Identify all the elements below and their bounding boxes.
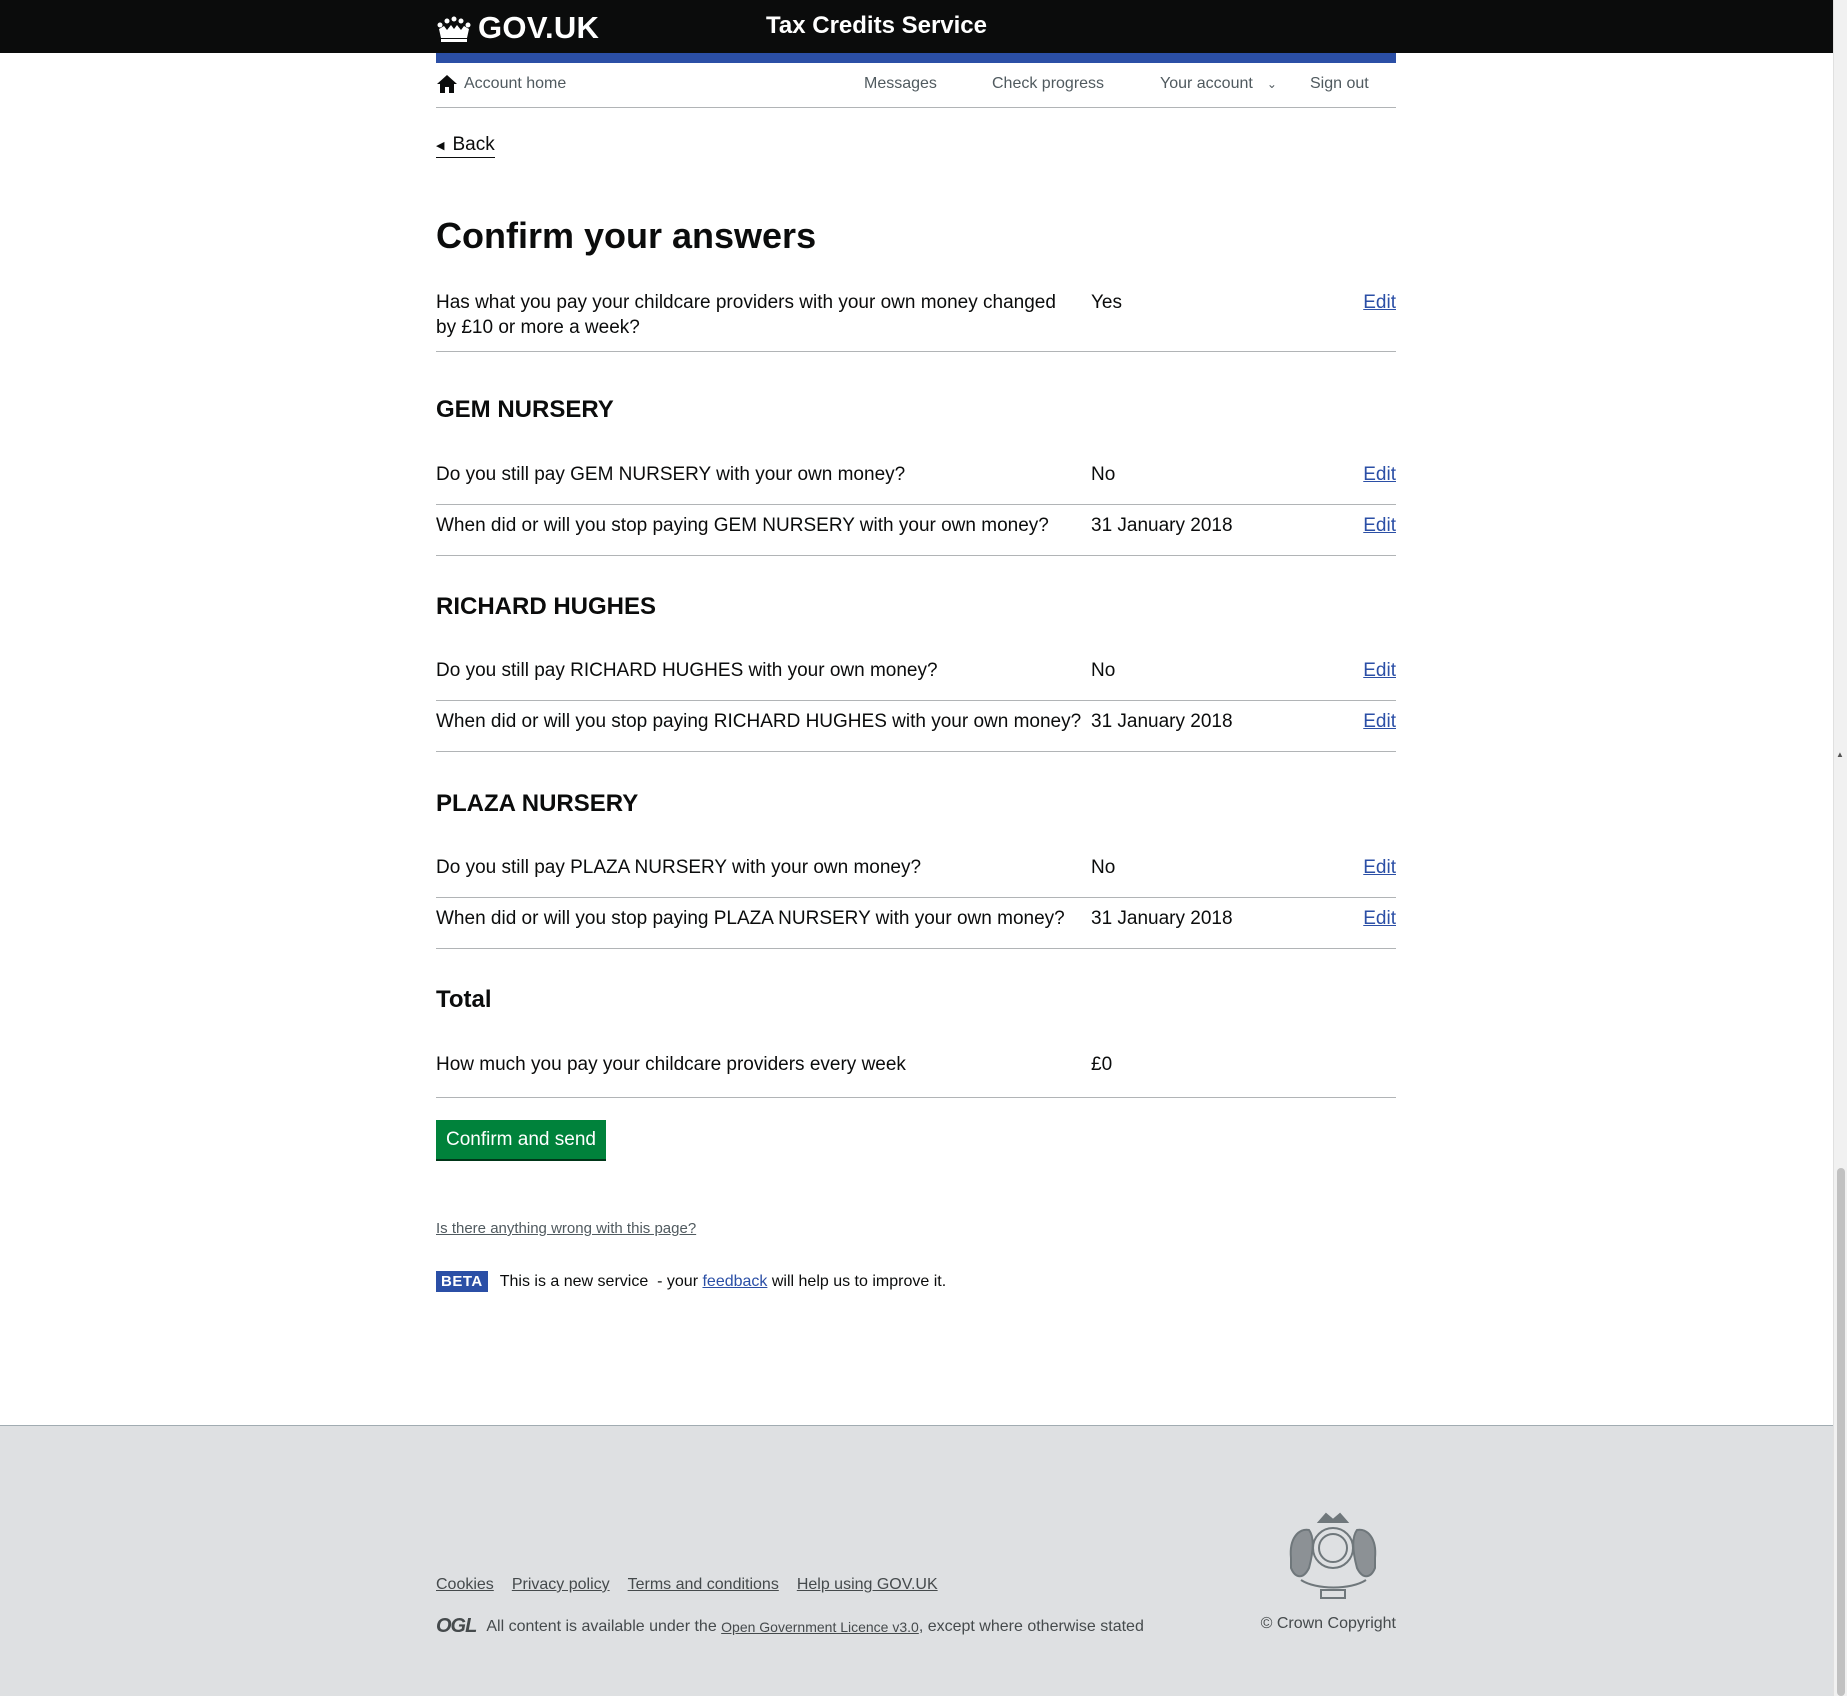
beta-text-before: This is a new service - your [499, 1272, 703, 1290]
footer-link-terms[interactable]: Terms and conditions [628, 1576, 779, 1594]
home-icon [437, 75, 457, 93]
back-link[interactable]: ◀ Back [436, 134, 495, 158]
open-government-licence-link[interactable]: Open Government Licence v3.0 [721, 1619, 919, 1635]
page: GOV.UK Tax Credits Service Account home … [0, 0, 1833, 1696]
licence-text-after: , except where otherwise stated [918, 1617, 1144, 1635]
nav-account-home[interactable]: Account home [436, 73, 566, 95]
answer-row-richard-stop-date: When did or will you stop paying RICHARD… [436, 709, 1396, 752]
crown-icon [437, 16, 471, 42]
nav-sign-out[interactable]: Sign out [1310, 75, 1369, 93]
row-answer: No [1091, 660, 1116, 681]
licence-text-before: All content is available under the [486, 1617, 722, 1635]
answer-row-plaza-stop-date: When did or will you stop paying PLAZA N… [436, 906, 1396, 949]
page-title: Confirm your answers [436, 215, 817, 256]
footer-link-help[interactable]: Help using GOV.UK [797, 1576, 938, 1594]
header-inner: GOV.UK Tax Credits Service [436, 0, 1396, 53]
site-footer: Cookies Privacy policy Terms and conditi… [0, 1425, 1833, 1696]
scroll-up-arrow-icon[interactable]: ▲ [1836, 750, 1844, 759]
feedback-link[interactable]: feedback [702, 1273, 767, 1291]
site-header: GOV.UK Tax Credits Service [0, 0, 1833, 53]
answer-row-gem-still-pay: Do you still pay GEM NURSERY with your o… [436, 462, 1396, 505]
back-label: Back [452, 134, 495, 155]
row-answer: 31 January 2018 [1091, 711, 1233, 732]
footer-link-privacy[interactable]: Privacy policy [512, 1576, 610, 1594]
report-problem-link[interactable]: Is there anything wrong with this page? [436, 1220, 696, 1237]
nav-home-label: Account home [464, 75, 567, 92]
footer-inner: Cookies Privacy policy Terms and conditi… [436, 1426, 1396, 1696]
royal-coat-of-arms-icon[interactable] [1271, 1498, 1396, 1603]
crown-copyright[interactable]: © Crown Copyright [1261, 1615, 1396, 1633]
row-question: Do you still pay RICHARD HUGHES with you… [436, 660, 938, 681]
answer-row-total: How much you pay your childcare provider… [436, 1052, 1396, 1098]
answer-row-plaza-still-pay: Do you still pay PLAZA NURSERY with your… [436, 855, 1396, 898]
chevron-down-icon: ⌄ [1266, 77, 1277, 91]
scrollbar-thumb[interactable] [1837, 1168, 1845, 1696]
licence-statement: OGL All content is available under the O… [436, 1615, 1144, 1638]
edit-link[interactable]: Edit [1363, 709, 1396, 734]
row-question: When did or will you stop paying PLAZA N… [436, 908, 1065, 929]
back-triangle-icon: ◀ [436, 139, 445, 152]
row-question: Do you still pay GEM NURSERY with your o… [436, 464, 906, 485]
answer-row-gem-stop-date: When did or will you stop paying GEM NUR… [436, 513, 1396, 556]
edit-link[interactable]: Edit [1363, 513, 1396, 538]
answer-row-richard-still-pay: Do you still pay RICHARD HUGHES with you… [436, 658, 1396, 701]
row-question: When did or will you stop paying RICHARD… [436, 711, 1082, 732]
account-nav: Account home Messages Check progress You… [436, 63, 1396, 108]
row-answer: 31 January 2018 [1091, 515, 1233, 536]
service-name[interactable]: Tax Credits Service [766, 12, 987, 40]
ogl-logo-icon: OGL [436, 1615, 477, 1637]
answer-row-changed: Has what you pay your childcare provider… [436, 290, 1396, 352]
row-question: Do you still pay PLAZA NURSERY with your… [436, 857, 922, 878]
edit-link[interactable]: Edit [1363, 658, 1396, 683]
section-heading-richard-hughes: RICHARD HUGHES [436, 593, 657, 620]
edit-link[interactable]: Edit [1363, 855, 1396, 880]
beta-banner: BETA This is a new service - your feedba… [436, 1271, 946, 1292]
row-answer: Yes [1091, 292, 1122, 313]
vertical-scrollbar[interactable]: ▲ [1833, 0, 1847, 1696]
row-answer: No [1091, 464, 1116, 485]
section-heading-total: Total [436, 986, 492, 1013]
edit-link[interactable]: Edit [1363, 906, 1396, 931]
nav-your-account-label: Your account [1160, 75, 1253, 92]
row-answer: £0 [1091, 1054, 1113, 1075]
edit-link[interactable]: Edit [1363, 290, 1396, 315]
row-question: When did or will you stop paying GEM NUR… [436, 515, 1049, 536]
section-heading-plaza-nursery: PLAZA NURSERY [436, 790, 639, 817]
logo-text: GOV.UK [478, 10, 600, 45]
nav-check-progress[interactable]: Check progress [992, 75, 1104, 93]
row-question: Has what you pay your childcare provider… [436, 292, 1056, 338]
header-blue-bar [436, 53, 1396, 63]
footer-links: Cookies Privacy policy Terms and conditi… [436, 1576, 956, 1594]
beta-tag: BETA [436, 1271, 488, 1292]
beta-text-after: will help us to improve it. [767, 1272, 947, 1290]
row-answer: 31 January 2018 [1091, 908, 1233, 929]
edit-link[interactable]: Edit [1363, 462, 1396, 487]
row-question: How much you pay your childcare provider… [436, 1054, 906, 1075]
row-answer: No [1091, 857, 1116, 878]
govuk-logo[interactable]: GOV.UK [436, 10, 599, 46]
nav-messages[interactable]: Messages [864, 75, 937, 93]
nav-your-account[interactable]: Your account ⌄ [1160, 75, 1277, 93]
section-heading-gem-nursery: GEM NURSERY [436, 396, 614, 423]
footer-link-cookies[interactable]: Cookies [436, 1576, 494, 1594]
confirm-and-send-button[interactable]: Confirm and send [436, 1120, 606, 1159]
